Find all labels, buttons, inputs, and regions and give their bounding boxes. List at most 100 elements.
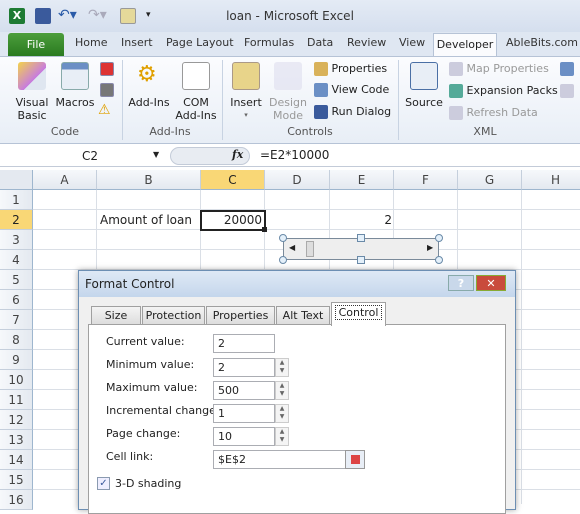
resize-handle[interactable] xyxy=(435,234,443,242)
resize-handle[interactable] xyxy=(279,234,287,242)
scroll-right-arrow-icon[interactable]: ▶ xyxy=(427,243,433,252)
resize-handle[interactable] xyxy=(279,256,287,264)
tab-size[interactable]: Size xyxy=(91,306,141,325)
tab-view[interactable]: View xyxy=(399,36,425,49)
maximum-value-spinner[interactable]: ▲ ▼ xyxy=(275,381,289,400)
current-value-input[interactable]: 2 xyxy=(213,334,275,353)
expansion-packs-button[interactable]: Expansion Packs xyxy=(449,84,558,98)
insert-function-icon[interactable]: fx xyxy=(232,148,243,161)
column-header-a[interactable]: A xyxy=(33,170,97,190)
map-properties-button[interactable]: Map Properties xyxy=(449,62,549,76)
tab-ablebits[interactable]: AbleBits.com xyxy=(506,36,578,49)
window-title: loan - Microsoft Excel xyxy=(226,9,354,23)
3d-shading-label: 3-D shading xyxy=(115,477,182,490)
collapse-dialog-icon[interactable] xyxy=(345,450,365,469)
row-header-12[interactable]: 12 xyxy=(0,410,33,430)
expansion-packs-icon xyxy=(449,84,463,98)
tab-file[interactable]: File xyxy=(8,33,64,56)
row-header-2[interactable]: 2 xyxy=(0,210,33,230)
formula-input[interactable]: =E2*10000 xyxy=(260,148,329,162)
toolbox-icon xyxy=(232,62,260,90)
row-header-10[interactable]: 10 xyxy=(0,370,33,390)
tab-developer[interactable]: Developer xyxy=(433,33,497,57)
row-header-9[interactable]: 9 xyxy=(0,350,33,370)
import-icon[interactable] xyxy=(560,62,574,76)
help-button[interactable]: ? xyxy=(448,275,474,291)
tab-protection[interactable]: Protection xyxy=(142,306,205,325)
column-header-g[interactable]: G xyxy=(458,170,522,190)
tab-page-layout[interactable]: Page Layout xyxy=(166,36,234,49)
name-box-dropdown-icon[interactable]: ▼ xyxy=(153,150,159,159)
scroll-left-arrow-icon[interactable]: ◀ xyxy=(289,243,295,252)
run-dialog-button[interactable]: Run Dialog xyxy=(314,105,391,119)
properties-button[interactable]: Properties xyxy=(314,62,387,76)
3d-shading-checkbox[interactable]: ✓ xyxy=(97,477,110,490)
insert-control-button[interactable]: Insert ▾ xyxy=(228,62,264,122)
resize-handle[interactable] xyxy=(357,256,365,264)
minimum-value-spinner[interactable]: ▲ ▼ xyxy=(275,358,289,377)
row-header-8[interactable]: 8 xyxy=(0,330,33,350)
fill-handle[interactable] xyxy=(262,227,267,232)
row-header-7[interactable]: 7 xyxy=(0,310,33,330)
resize-handle[interactable] xyxy=(357,234,365,242)
design-mode-button[interactable]: Design Mode xyxy=(268,62,308,122)
column-header-d[interactable]: D xyxy=(265,170,330,190)
com-add-ins-button[interactable]: COM Add-Ins xyxy=(175,62,217,122)
tab-properties[interactable]: Properties xyxy=(206,306,275,325)
row-header-5[interactable]: 5 xyxy=(0,270,33,290)
cell-e2[interactable]: 2 xyxy=(330,210,392,230)
row-header-4[interactable]: 4 xyxy=(0,250,33,270)
cell-c2-selected[interactable]: 20000 xyxy=(200,210,266,231)
maximum-value-input[interactable]: 500 xyxy=(213,381,275,400)
page-change-spinner[interactable]: ▲ ▼ xyxy=(275,427,289,446)
column-header-f[interactable]: F xyxy=(394,170,458,190)
minimum-value-input[interactable]: 2 xyxy=(213,358,275,377)
select-all-button[interactable] xyxy=(0,170,33,190)
record-macro-icon[interactable] xyxy=(100,62,114,76)
view-code-button[interactable]: View Code xyxy=(314,83,389,97)
row-header-6[interactable]: 6 xyxy=(0,290,33,310)
row-header-11[interactable]: 11 xyxy=(0,390,33,410)
row-header-16[interactable]: 16 xyxy=(0,490,33,510)
row-header-1[interactable]: 1 xyxy=(0,190,33,210)
column-header-h[interactable]: H xyxy=(522,170,580,190)
row-header-14[interactable]: 14 xyxy=(0,450,33,470)
source-button[interactable]: Source xyxy=(404,62,444,109)
relative-references-icon[interactable] xyxy=(100,83,114,97)
export-icon[interactable] xyxy=(560,84,574,98)
visual-basic-button[interactable]: Visual Basic xyxy=(14,62,50,122)
run-dialog-icon xyxy=(314,105,328,119)
tab-review[interactable]: Review xyxy=(347,36,386,49)
column-header-b[interactable]: B xyxy=(97,170,201,190)
cell-link-input[interactable]: $E$2 xyxy=(213,450,353,469)
row-header-13[interactable]: 13 xyxy=(0,430,33,450)
resize-handle[interactable] xyxy=(435,256,443,264)
dialog-title-bar[interactable]: Format Control ? ✕ xyxy=(79,271,515,297)
source-icon xyxy=(410,62,438,90)
incremental-change-input[interactable]: 1 xyxy=(213,404,275,423)
row-header-15[interactable]: 15 xyxy=(0,470,33,490)
gear-icon: ⚙ xyxy=(137,62,157,87)
dialog-title: Format Control xyxy=(85,277,175,291)
add-ins-button[interactable]: ⚙ Add-Ins xyxy=(127,62,171,109)
group-separator xyxy=(122,60,123,140)
column-header-c[interactable]: C xyxy=(201,170,265,190)
cell-b2[interactable]: Amount of loan xyxy=(100,210,192,230)
name-box[interactable]: C2 xyxy=(10,147,170,165)
macros-button[interactable]: Macros xyxy=(55,62,95,109)
tab-control-active[interactable]: Control xyxy=(331,302,386,326)
scroll-thumb[interactable] xyxy=(306,241,314,257)
tab-home[interactable]: Home xyxy=(75,36,107,49)
macros-icon xyxy=(61,62,89,90)
tab-insert[interactable]: Insert xyxy=(121,36,153,49)
close-button[interactable]: ✕ xyxy=(476,275,506,291)
row-header-3[interactable]: 3 xyxy=(0,230,33,250)
column-header-e[interactable]: E xyxy=(330,170,394,190)
tab-data[interactable]: Data xyxy=(307,36,333,49)
page-change-input[interactable]: 10 xyxy=(213,427,275,446)
tab-alt-text[interactable]: Alt Text xyxy=(276,306,330,325)
refresh-data-button[interactable]: Refresh Data xyxy=(449,106,538,120)
tab-formulas[interactable]: Formulas xyxy=(244,36,294,49)
incremental-change-spinner[interactable]: ▲ ▼ xyxy=(275,404,289,423)
macro-security-icon[interactable]: ⚠ xyxy=(98,102,111,118)
